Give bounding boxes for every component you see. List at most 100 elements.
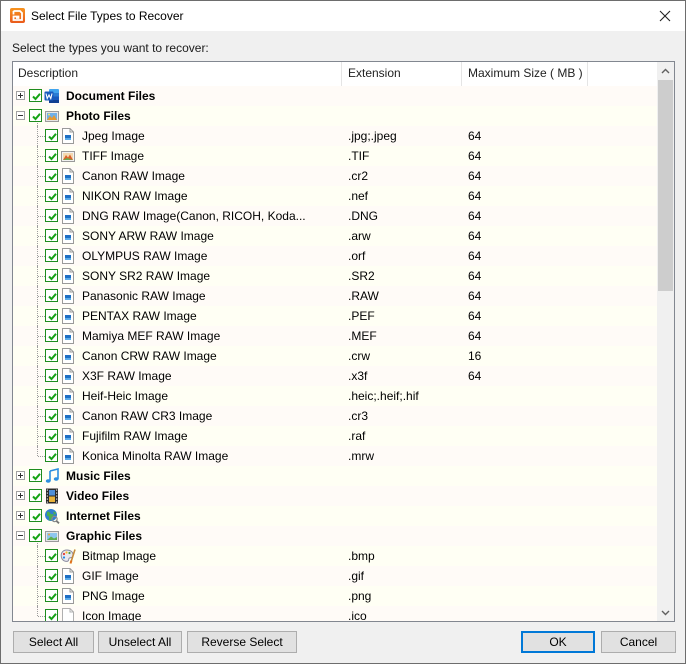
group-checkbox[interactable] (29, 489, 42, 502)
image-file-icon (60, 588, 76, 604)
group-checkbox[interactable] (29, 509, 42, 522)
item-checkbox[interactable] (45, 549, 58, 562)
image-file-icon (60, 348, 76, 364)
item-checkbox[interactable] (45, 149, 58, 162)
item-description: NIKON RAW Image (82, 189, 188, 203)
group-checkbox[interactable] (29, 469, 42, 482)
item-extension: .bmp (348, 549, 375, 563)
tree-row-item[interactable]: Fujifilm RAW Image .raf (13, 426, 657, 446)
item-extension: .PEF (348, 309, 375, 323)
item-checkbox[interactable] (45, 229, 58, 242)
app-logo-icon (10, 8, 25, 23)
tree-row-item[interactable]: TIFF Image .TIF 64 (13, 146, 657, 166)
scroll-down-button[interactable] (657, 604, 674, 621)
tree-row-group[interactable]: Graphic Files (13, 526, 657, 546)
tree-row-item[interactable]: PNG Image .png (13, 586, 657, 606)
vertical-scrollbar[interactable] (657, 62, 674, 621)
tree-row-item[interactable]: Mamiya MEF RAW Image .MEF 64 (13, 326, 657, 346)
instruction-label: Select the types you want to recover: (12, 41, 209, 55)
item-extension: .jpg;.jpeg (348, 129, 397, 143)
expand-toggle[interactable] (16, 511, 25, 520)
item-checkbox[interactable] (45, 389, 58, 402)
tree-row-group[interactable]: Music Files (13, 466, 657, 486)
item-checkbox[interactable] (45, 289, 58, 302)
item-checkbox[interactable] (45, 309, 58, 322)
tree-connector (38, 256, 45, 257)
item-extension: .cr2 (348, 169, 369, 183)
tree-row-item[interactable]: Panasonic RAW Image .RAW 64 (13, 286, 657, 306)
tree-row-item[interactable]: SONY SR2 RAW Image .SR2 64 (13, 266, 657, 286)
column-divider[interactable] (587, 62, 588, 86)
tree-row-item[interactable]: SONY ARW RAW Image .arw 64 (13, 226, 657, 246)
tree-row-item[interactable]: Icon Image .ico (13, 606, 657, 621)
tree-row-item[interactable]: OLYMPUS RAW Image .orf 64 (13, 246, 657, 266)
column-divider[interactable] (461, 62, 462, 86)
tree-row-item[interactable]: GIF Image .gif (13, 566, 657, 586)
column-divider[interactable] (341, 62, 342, 86)
item-checkbox[interactable] (45, 209, 58, 222)
tree-row-item[interactable]: Canon RAW Image .cr2 64 (13, 166, 657, 186)
column-header-max-size[interactable]: Maximum Size ( MB ) (468, 62, 583, 86)
item-max-size: 64 (468, 369, 482, 383)
column-header-description[interactable]: Description (18, 62, 78, 86)
group-label: Internet Files (66, 509, 141, 523)
item-extension: .DNG (348, 209, 378, 223)
expand-toggle[interactable] (16, 491, 25, 500)
tree-row-item[interactable]: PENTAX RAW Image .PEF 64 (13, 306, 657, 326)
item-checkbox[interactable] (45, 409, 58, 422)
close-button[interactable] (645, 1, 685, 31)
item-checkbox[interactable] (45, 349, 58, 362)
select-all-button[interactable]: Select All (13, 631, 94, 653)
scroll-up-button[interactable] (657, 62, 674, 79)
collapse-toggle[interactable] (16, 111, 25, 120)
tree-row-item[interactable]: NIKON RAW Image .nef 64 (13, 186, 657, 206)
item-checkbox[interactable] (45, 169, 58, 182)
tree-row-item[interactable]: Jpeg Image .jpg;.jpeg 64 (13, 126, 657, 146)
item-checkbox[interactable] (45, 249, 58, 262)
column-header-extension[interactable]: Extension (348, 62, 401, 86)
item-max-size: 64 (468, 209, 482, 223)
item-checkbox[interactable] (45, 129, 58, 142)
tree-connector (38, 336, 45, 337)
tree-connector (38, 236, 45, 237)
item-checkbox[interactable] (45, 369, 58, 382)
item-extension: .SR2 (348, 269, 375, 283)
unselect-all-button[interactable]: Unselect All (98, 631, 182, 653)
item-checkbox[interactable] (45, 269, 58, 282)
item-checkbox[interactable] (45, 429, 58, 442)
tree-row-item[interactable]: Konica Minolta RAW Image .mrw (13, 446, 657, 466)
expand-toggle[interactable] (16, 91, 25, 100)
collapse-toggle[interactable] (16, 531, 25, 540)
expand-toggle[interactable] (16, 471, 25, 480)
tree-row-item[interactable]: DNG RAW Image(Canon, RICOH, Koda... .DNG 6… (13, 206, 657, 226)
tree-row-group[interactable]: Photo Files (13, 106, 657, 126)
group-checkbox[interactable] (29, 109, 42, 122)
group-checkbox[interactable] (29, 89, 42, 102)
item-checkbox[interactable] (45, 609, 58, 621)
item-checkbox[interactable] (45, 589, 58, 602)
blank-file-icon (60, 608, 76, 621)
group-label: Document Files (66, 89, 156, 103)
item-checkbox[interactable] (45, 569, 58, 582)
ok-button[interactable]: OK (521, 631, 595, 653)
item-checkbox[interactable] (45, 329, 58, 342)
item-checkbox[interactable] (45, 449, 58, 462)
group-checkbox[interactable] (29, 529, 42, 542)
tree-row-group[interactable]: Document Files (13, 86, 657, 106)
tree-row-item[interactable]: Canon CRW RAW Image .crw 16 (13, 346, 657, 366)
item-max-size: 64 (468, 269, 482, 283)
scroll-thumb[interactable] (658, 80, 673, 291)
image-file-icon (60, 188, 76, 204)
tree-row-group[interactable]: Video Files (13, 486, 657, 506)
item-max-size: 64 (468, 169, 482, 183)
reverse-select-button[interactable]: Reverse Select (187, 631, 297, 653)
tree-row-item[interactable]: Canon RAW CR3 Image .cr3 (13, 406, 657, 426)
item-checkbox[interactable] (45, 189, 58, 202)
tree-row-item[interactable]: Bitmap Image .bmp (13, 546, 657, 566)
file-type-tree[interactable]: Description Extension Maximum Size ( MB … (12, 61, 675, 622)
cancel-button[interactable]: Cancel (601, 631, 676, 653)
tree-row-group[interactable]: Internet Files (13, 506, 657, 526)
tree-row-item[interactable]: Heif-Heic Image .heic;.heif;.hif (13, 386, 657, 406)
tree-row-item[interactable]: X3F RAW Image .x3f 64 (13, 366, 657, 386)
item-description: Jpeg Image (82, 129, 145, 143)
